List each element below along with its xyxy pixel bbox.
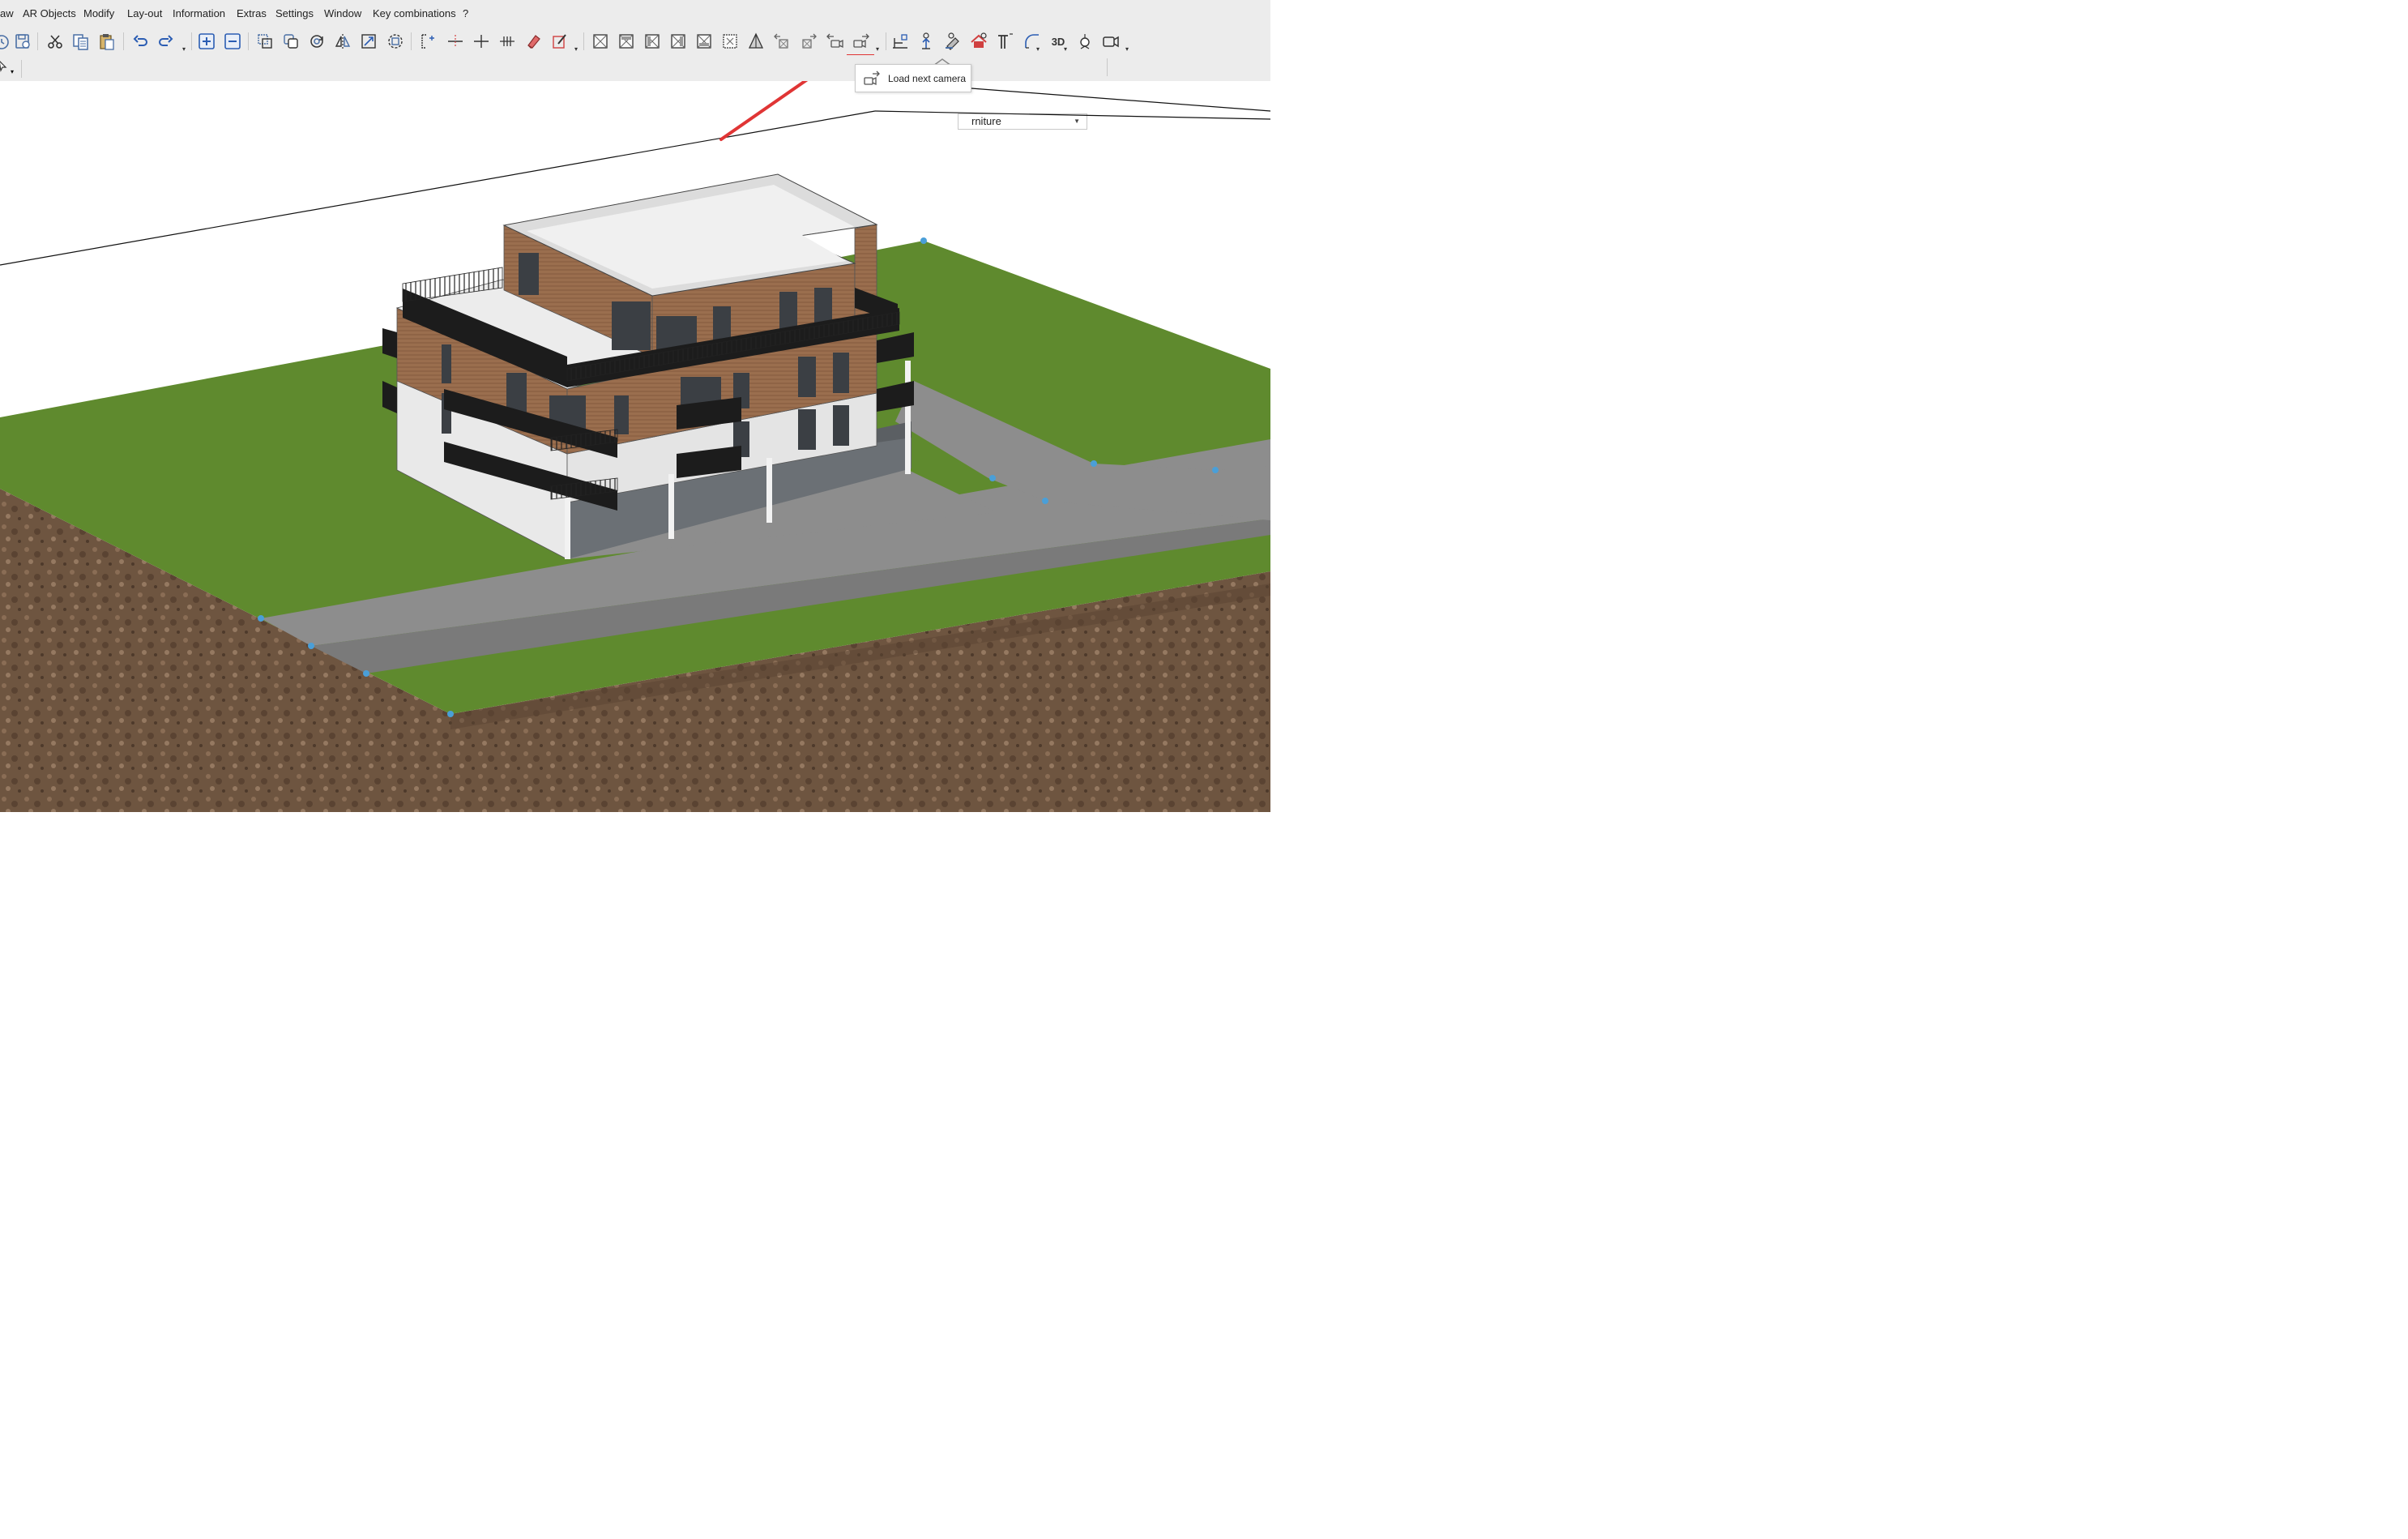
menu-extras[interactable]: Extras (237, 7, 267, 19)
add-icon[interactable] (195, 30, 218, 53)
undo-icon[interactable] (130, 30, 152, 53)
view-front-icon[interactable] (589, 30, 612, 53)
house-icon[interactable] (967, 30, 990, 53)
chevron-down-icon[interactable]: ▾ (876, 45, 879, 53)
camera-icon[interactable] (1099, 30, 1122, 53)
menubar: aw AR Objects Modify Lay-out Information… (0, 0, 1270, 28)
previous-view-icon[interactable] (771, 30, 793, 53)
elevation-icon[interactable] (915, 30, 937, 53)
secondary-toolbar: ▾ rniture ▼ (0, 55, 1270, 130)
view-top-icon[interactable] (693, 30, 715, 53)
main-toolbar: ▾ ▾ ▾ ▾ 3D ▾ ▾ (0, 28, 1134, 81)
toolbar-separator (1107, 58, 1108, 76)
view-bottom-icon[interactable] (719, 30, 741, 53)
trim-icon[interactable] (444, 30, 467, 53)
copy-element-icon[interactable] (254, 30, 276, 53)
chevron-down-icon[interactable]: ▾ (1064, 45, 1067, 53)
toolbar-separator (248, 32, 249, 50)
extend-icon[interactable] (470, 30, 493, 53)
subtract-icon[interactable] (221, 30, 244, 53)
toolbar-separator (37, 32, 38, 50)
cut-icon[interactable] (44, 30, 66, 53)
menu-information[interactable]: Information (173, 7, 225, 19)
chevron-down-icon[interactable]: ▾ (1036, 45, 1040, 53)
chevron-down-icon[interactable]: ▾ (1125, 45, 1129, 53)
offset-icon[interactable] (384, 30, 407, 53)
eraser-icon[interactable] (522, 30, 544, 53)
arc-icon[interactable] (1021, 30, 1044, 53)
mirror-icon[interactable] (331, 30, 354, 53)
menu-draw[interactable]: aw (0, 7, 14, 19)
menu-settings[interactable]: Settings (275, 7, 314, 19)
save-icon[interactable] (11, 30, 34, 53)
copy-icon[interactable] (70, 30, 92, 53)
chevron-down-icon[interactable]: ▾ (182, 45, 186, 53)
toolbar-separator (411, 32, 412, 50)
column-icon[interactable] (993, 30, 1016, 53)
menu-layout[interactable]: Lay-out (127, 7, 162, 19)
menu-ar-objects[interactable]: AR Objects (23, 7, 76, 19)
menu-key-combinations[interactable]: Key combinations (373, 7, 456, 19)
redo-icon[interactable] (154, 30, 177, 53)
duplicate-icon[interactable] (280, 30, 302, 53)
next-camera-icon[interactable] (850, 30, 873, 53)
next-camera-icon (861, 69, 882, 92)
previous-camera-icon[interactable] (823, 30, 846, 53)
divide-icon[interactable] (496, 30, 519, 53)
rotate-icon[interactable] (305, 30, 328, 53)
stretch-icon[interactable] (357, 30, 380, 53)
next-view-icon[interactable] (797, 30, 820, 53)
chevron-down-icon[interactable]: ▾ (574, 45, 578, 53)
tooltip: Load next camera (855, 64, 971, 92)
tooltip-text: Load next camera (888, 73, 967, 84)
toolbar-separator (21, 60, 22, 78)
paste-icon[interactable] (96, 30, 118, 53)
split-icon[interactable] (416, 30, 439, 53)
menu-help[interactable]: ? (463, 7, 468, 19)
3d-viewport[interactable] (0, 81, 1270, 812)
toolbar-separator (191, 32, 192, 50)
cursor-tool-icon[interactable] (0, 60, 10, 77)
toolbar-separator (583, 32, 584, 50)
menu-modify[interactable]: Modify (83, 7, 114, 19)
annotation-arrow (719, 81, 809, 141)
view-left-icon[interactable] (641, 30, 664, 53)
paint-icon[interactable] (941, 30, 964, 53)
toolbar-separator (123, 32, 124, 50)
edit-pen-icon[interactable] (549, 30, 571, 53)
chevron-down-icon[interactable]: ▾ (11, 68, 14, 75)
toolbar-right-area (1134, 28, 1270, 55)
menu-window[interactable]: Window (324, 7, 361, 19)
light-icon[interactable] (1074, 30, 1096, 53)
perspective-icon[interactable] (745, 30, 767, 53)
view-back-icon[interactable] (615, 30, 638, 53)
view-right-icon[interactable] (667, 30, 690, 53)
level-icon[interactable] (889, 30, 912, 53)
